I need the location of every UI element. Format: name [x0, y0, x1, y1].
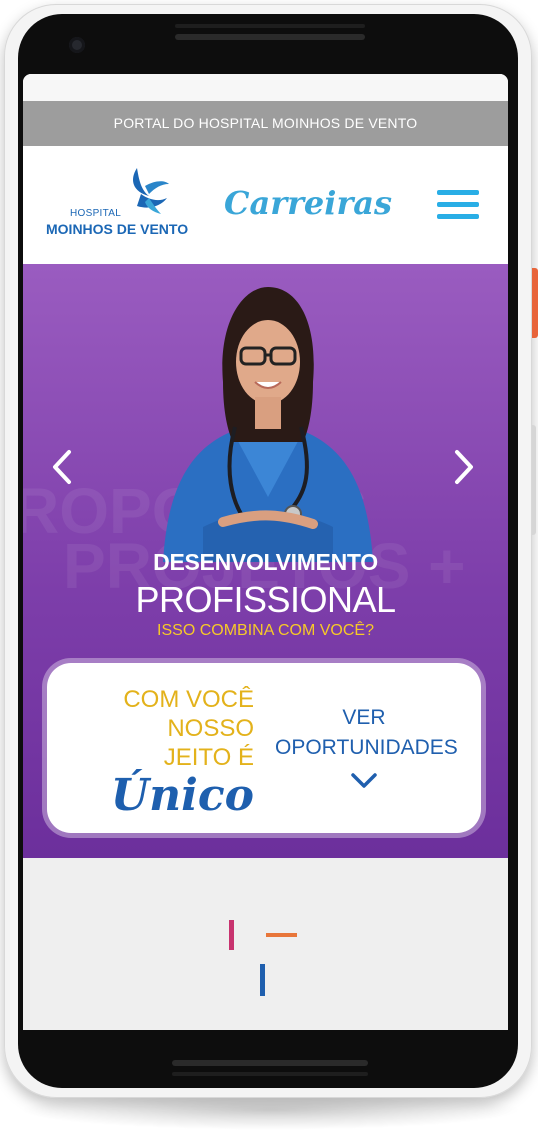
logo-big-text: MOINHOS DE VENTO — [46, 221, 189, 237]
status-bar — [23, 74, 508, 101]
hero-subtitle: ISSO COMBINA COM VOCÊ? — [157, 622, 374, 639]
menu-bar-2 — [437, 202, 479, 207]
chevron-left-icon[interactable] — [45, 444, 81, 490]
hero-carousel: ROPOSTAS PROJETOS + DESENVOLVIMENTO PROF… — [23, 264, 508, 858]
bird-logo-icon — [133, 168, 169, 214]
opportunities-line2[interactable]: OPORTUNIDADES — [275, 733, 458, 763]
careers-title: Carreiras — [224, 184, 393, 222]
nurse-photo — [163, 287, 373, 562]
chevron-right-icon[interactable] — [445, 444, 481, 490]
pink-accent-bar — [229, 920, 234, 950]
top-speaker-grille — [175, 24, 365, 28]
site-header: HOSPITAL MOINHOS DE VENTO Carreiras — [23, 146, 508, 264]
portal-bar-text[interactable]: PORTAL DO HOSPITAL MOINHOS DE VENTO — [114, 115, 418, 131]
bottom-speaker — [172, 1060, 368, 1066]
top-speaker — [175, 34, 365, 40]
chevron-down-icon[interactable] — [349, 771, 379, 791]
hospital-logo[interactable]: HOSPITAL MOINHOS DE VENTO — [45, 164, 195, 254]
front-camera — [69, 37, 85, 53]
orange-accent-bar — [266, 933, 297, 937]
tagline-line3: JEITO É — [163, 744, 254, 771]
bottom-speaker-grille — [172, 1072, 368, 1076]
cta-card: COM VOCÊ NOSSO JEITO É Único VER OPORTUN… — [47, 663, 481, 833]
phone-screen: PORTAL DO HOSPITAL MOINHOS DE VENTO HOSP… — [23, 74, 508, 1030]
hero-title-line1: DESENVOLVIMENTO — [153, 549, 378, 575]
cta-tagline: COM VOCÊ NOSSO JEITO É Único — [69, 685, 254, 822]
hamburger-menu-icon[interactable] — [437, 190, 479, 224]
see-opportunities-button[interactable]: VER OPORTUNIDADES — [275, 703, 458, 791]
power-button[interactable] — [532, 268, 538, 338]
menu-bar-1 — [437, 190, 479, 195]
section-divider — [23, 858, 508, 1030]
tagline-line1: COM VOCÊ — [123, 686, 254, 713]
logo-small-text: HOSPITAL — [70, 208, 122, 219]
tagline-unico: Único — [110, 770, 254, 821]
volume-button[interactable] — [532, 425, 536, 535]
opportunities-line1[interactable]: VER — [275, 703, 453, 733]
blue-accent-bar — [260, 964, 265, 996]
portal-bar[interactable]: PORTAL DO HOSPITAL MOINHOS DE VENTO — [23, 101, 508, 146]
hero-title-line2: PROFISSIONAL — [135, 579, 396, 620]
menu-bar-3 — [437, 214, 479, 219]
tagline-line2: NOSSO — [167, 715, 254, 742]
